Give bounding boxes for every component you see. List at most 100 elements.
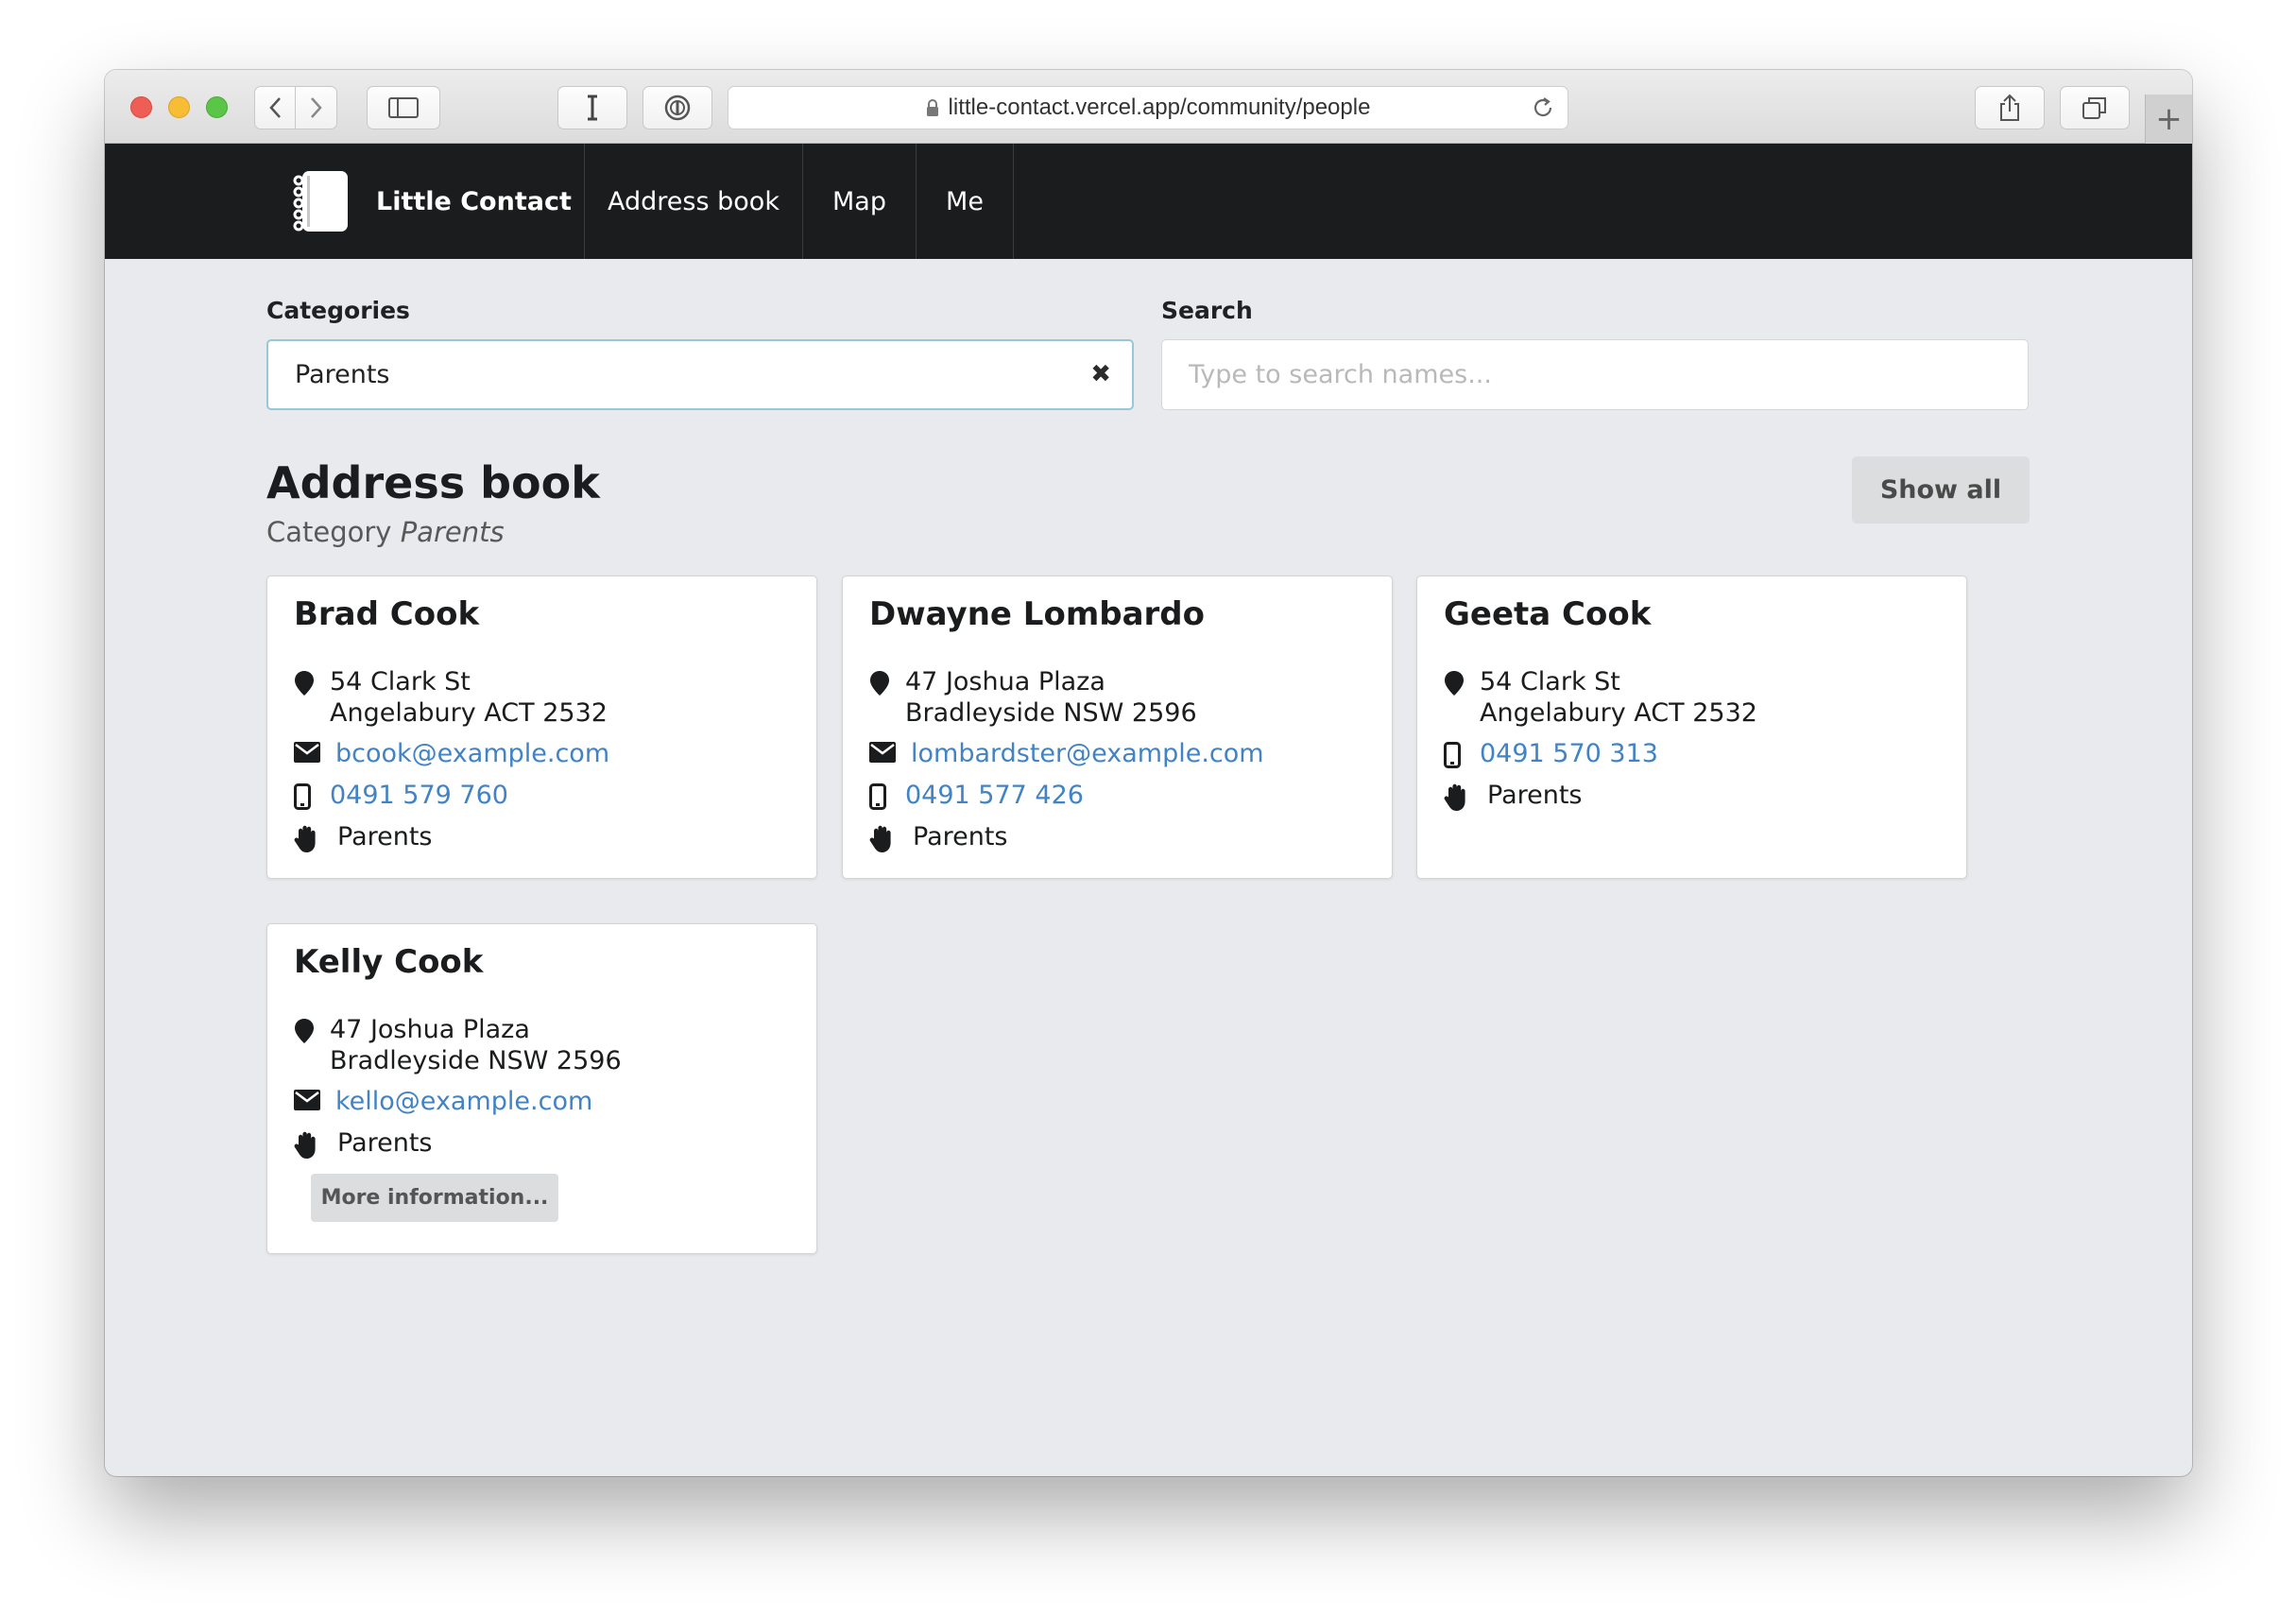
- categories-selected-value: Parents: [295, 360, 390, 389]
- contact-card: Geeta Cook 54 Clark St Angelabury ACT 25…: [1416, 576, 1967, 879]
- map-marker-icon: [1444, 666, 1480, 696]
- contact-name: Dwayne Lombardo: [869, 595, 1205, 633]
- address-line-1: 47 Joshua Plaza: [905, 667, 1105, 696]
- url-text: little-contact.vercel.app/community/peop…: [948, 95, 1371, 120]
- address-line-2: Bradleyside NSW 2596: [905, 698, 1197, 728]
- page-subtitle: Category Parents: [266, 516, 505, 548]
- minimize-window-button[interactable]: [168, 96, 190, 118]
- hand-icon: [294, 1127, 337, 1160]
- page-title: Address book: [266, 457, 600, 508]
- contact-category: Parents: [1444, 780, 1583, 812]
- brand-name: Little Contact: [376, 186, 572, 216]
- search-label: Search: [1161, 297, 1253, 324]
- contact-phone: 0491 579 760: [294, 780, 508, 811]
- hand-icon: [1444, 780, 1487, 812]
- map-marker-icon: [294, 1014, 330, 1044]
- category-text: Parents: [1487, 781, 1583, 810]
- sidebar-icon: [388, 97, 419, 118]
- contact-category: Parents: [869, 821, 1008, 853]
- hand-icon: [294, 821, 337, 853]
- nav-map[interactable]: Map: [803, 144, 917, 259]
- onepassword-icon: [664, 95, 691, 121]
- back-button[interactable]: [254, 86, 296, 129]
- contact-address: 54 Clark St Angelabury ACT 2532: [1444, 666, 1757, 729]
- sidebar-toggle-button[interactable]: [367, 86, 440, 129]
- map-marker-icon: [294, 666, 330, 696]
- forward-button[interactable]: [296, 86, 337, 129]
- tabs-icon: [2082, 97, 2106, 119]
- more-information-button[interactable]: More information...: [311, 1174, 558, 1222]
- contact-card: Kelly Cook 47 Joshua Plaza Bradleyside N…: [266, 923, 817, 1254]
- brand-link[interactable]: Little Contact: [289, 144, 585, 259]
- contact-category: Parents: [294, 821, 433, 853]
- nav-address-book-label: Address book: [608, 186, 780, 216]
- categories-label: Categories: [266, 297, 410, 324]
- nav-map-label: Map: [832, 186, 886, 216]
- phone-link[interactable]: 0491 579 760: [330, 780, 508, 811]
- reader-cursor-button[interactable]: [557, 86, 627, 129]
- address-bar[interactable]: little-contact.vercel.app/community/peop…: [728, 86, 1568, 129]
- subtitle-category: Parents: [400, 516, 505, 548]
- subtitle-prefix: Category: [266, 516, 392, 548]
- contact-email: lombardster@example.com: [869, 738, 1264, 769]
- category-text: Parents: [337, 822, 433, 851]
- mobile-phone-icon: [869, 780, 905, 810]
- contact-card: Brad Cook 54 Clark St Angelabury ACT 253…: [266, 576, 817, 879]
- address-line-1: 54 Clark St: [1480, 667, 1620, 696]
- hand-icon: [869, 821, 913, 853]
- contact-card: Dwayne Lombardo 47 Joshua Plaza Bradleys…: [842, 576, 1393, 879]
- address-line-2: Angelabury ACT 2532: [1480, 698, 1757, 728]
- browser-window: little-contact.vercel.app/community/peop…: [105, 70, 2192, 1476]
- category-text: Parents: [337, 1128, 433, 1158]
- text-cursor-icon: [588, 95, 597, 121]
- email-link[interactable]: kello@example.com: [335, 1086, 592, 1117]
- search-input[interactable]: [1161, 339, 2029, 410]
- clear-selection-icon[interactable]: ✖: [1090, 360, 1111, 388]
- app-navbar: Little Contact Address book Map Me: [105, 144, 2192, 259]
- share-button[interactable]: [1975, 86, 2045, 129]
- nav-me-label: Me: [946, 186, 984, 216]
- nav-me[interactable]: Me: [917, 144, 1014, 259]
- show-all-button[interactable]: Show all: [1852, 456, 2030, 524]
- contact-name: Brad Cook: [294, 595, 480, 633]
- show-tabs-button[interactable]: [2060, 86, 2130, 129]
- plus-icon: +: [2155, 100, 2183, 138]
- map-marker-icon: [869, 666, 905, 696]
- category-text: Parents: [913, 822, 1008, 851]
- password-manager-button[interactable]: [643, 86, 712, 129]
- notebook-logo-icon: [293, 171, 348, 232]
- address-line-1: 47 Joshua Plaza: [330, 1015, 530, 1044]
- nav-address-book[interactable]: Address book: [585, 144, 803, 259]
- address-line-1: 54 Clark St: [330, 667, 471, 696]
- close-window-button[interactable]: [130, 96, 152, 118]
- new-tab-button[interactable]: +: [2145, 95, 2192, 144]
- contact-category: Parents: [294, 1127, 433, 1160]
- contact-name: Geeta Cook: [1444, 595, 1652, 633]
- categories-select[interactable]: Parents ✖: [266, 339, 1134, 410]
- contact-name: Kelly Cook: [294, 943, 484, 981]
- phone-link[interactable]: 0491 577 426: [905, 780, 1084, 811]
- phone-link[interactable]: 0491 570 313: [1480, 738, 1658, 769]
- envelope-icon: [869, 738, 911, 763]
- contact-address: 47 Joshua Plaza Bradleyside NSW 2596: [869, 666, 1197, 729]
- contact-email: kello@example.com: [294, 1086, 592, 1117]
- contact-address: 47 Joshua Plaza Bradleyside NSW 2596: [294, 1014, 622, 1076]
- chevron-left-icon: [269, 97, 281, 118]
- contact-phone: 0491 577 426: [869, 780, 1084, 811]
- reload-button[interactable]: [1532, 95, 1554, 127]
- email-link[interactable]: bcook@example.com: [335, 738, 609, 769]
- zoom-window-button[interactable]: [206, 96, 228, 118]
- contact-address: 54 Clark St Angelabury ACT 2532: [294, 666, 608, 729]
- envelope-icon: [294, 738, 335, 763]
- reload-icon: [1534, 97, 1552, 117]
- address-line-2: Bradleyside NSW 2596: [330, 1046, 622, 1075]
- contact-phone: 0491 570 313: [1444, 738, 1658, 769]
- mobile-phone-icon: [1444, 738, 1480, 768]
- browser-toolbar: little-contact.vercel.app/community/peop…: [105, 70, 2192, 144]
- chevron-right-icon: [310, 97, 322, 118]
- address-line-2: Angelabury ACT 2532: [330, 698, 608, 728]
- contact-email: bcook@example.com: [294, 738, 609, 769]
- email-link[interactable]: lombardster@example.com: [911, 738, 1264, 769]
- share-icon: [2000, 94, 2019, 121]
- mobile-phone-icon: [294, 780, 330, 810]
